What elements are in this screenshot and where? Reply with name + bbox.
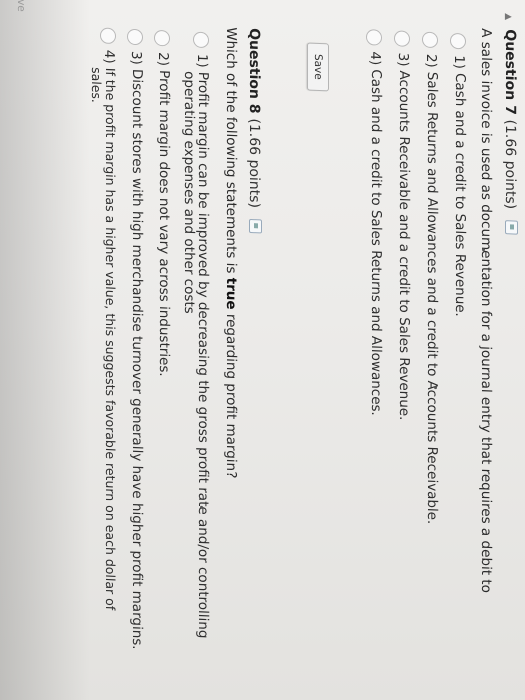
flag-icon[interactable] [505,219,518,235]
question-7-option-1[interactable]: 1) Cash and a credit to Sales Revenue. [450,32,468,317]
radio-button[interactable] [422,31,438,49]
question-7-prompt: A sales invoice is used as documentation… [478,27,494,594]
question-7-title: Question 7 (1.66 points) [502,29,518,235]
question-7-option-3[interactable]: 3) Accounts Receivable and a credit to S… [394,30,412,421]
flag-icon[interactable] [249,218,262,234]
screen-speck [200,505,203,509]
save-button-2[interactable]: Save [11,0,31,22]
radio-button[interactable] [154,29,170,47]
question-8-prompt: Which of the following statements is tru… [223,26,239,479]
question-7-option-2[interactable]: 2) Sales Returns and Allowances and a cr… [422,31,440,525]
radio-button[interactable] [100,27,116,45]
chevron-icon: ▲ [503,13,513,21]
question-8-title: Question 8 (1.66 points) [246,28,262,234]
quiz-page: ▲ Question 7 (1.66 points) A sales invoi… [0,0,525,700]
question-8-option-3[interactable]: 3) Discount stores with high merchandise… [127,28,145,650]
save-button[interactable]: Save [307,42,329,92]
radio-button[interactable] [193,31,209,49]
radio-button[interactable] [394,30,410,47]
question-7-option-4[interactable]: 4) Cash and a credit to Sales Returns an… [366,29,384,416]
radio-button[interactable] [127,28,143,46]
question-8-option-2[interactable]: 2) Profit margin does not vary across in… [154,29,172,377]
screen-speck [482,248,485,252]
screen-speck [434,386,437,390]
question-8-option-4[interactable]: 4) If the profit margin has a higher val… [89,27,118,611]
radio-button[interactable] [450,32,466,50]
radio-button[interactable] [366,29,382,46]
question-8-option-1[interactable]: 1) Profit margin can be improved by decr… [181,31,211,639]
